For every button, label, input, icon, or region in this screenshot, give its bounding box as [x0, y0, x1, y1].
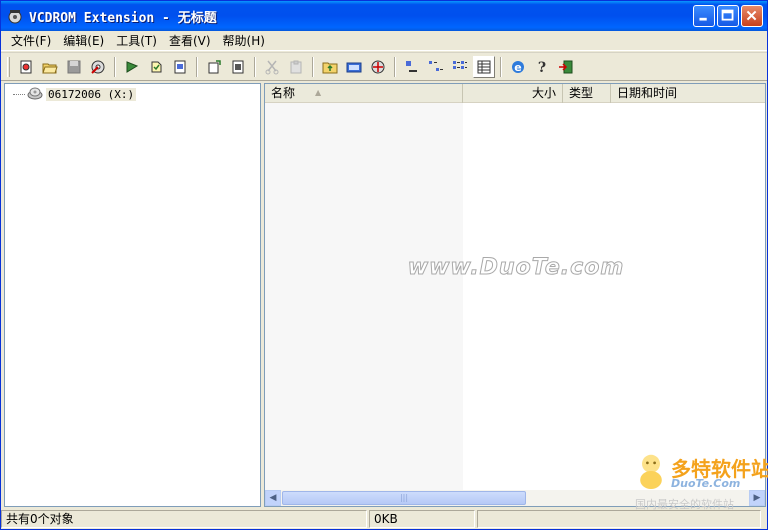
- watermark: www.DuoTe.com: [407, 255, 625, 281]
- column-date[interactable]: 日期和时间: [611, 84, 765, 103]
- menu-view[interactable]: 查看(V): [163, 32, 217, 49]
- svg-text:e: e: [514, 61, 521, 74]
- tool-a-icon[interactable]: [121, 56, 143, 78]
- cd-drive-icon: [27, 85, 43, 104]
- app-window: VCDROM Extension - 无标题 文件(F) 编辑(E) 工具(T)…: [0, 0, 768, 530]
- window-title: VCDROM Extension - 无标题: [29, 10, 217, 26]
- menu-edit[interactable]: 编辑(E): [57, 32, 110, 49]
- column-size-label: 大小: [531, 86, 556, 100]
- menu-bar: 文件(F) 编辑(E) 工具(T) 查看(V) 帮助(H): [1, 31, 767, 51]
- tool-c-icon[interactable]: [169, 56, 191, 78]
- tool-b-icon[interactable]: [145, 56, 167, 78]
- column-name-label: 名称: [271, 86, 296, 100]
- large-icons-icon[interactable]: [401, 56, 423, 78]
- column-size[interactable]: 大小: [463, 84, 563, 103]
- status-size: 0KB: [369, 510, 475, 528]
- scroll-left-button[interactable]: ◀: [265, 490, 281, 506]
- column-type[interactable]: 类型: [563, 84, 611, 103]
- title-bar[interactable]: VCDROM Extension - 无标题: [1, 1, 767, 31]
- corner-logo: 多特软件站 DuoTe.Com 国内最安全的软件站: [631, 451, 768, 511]
- open-icon[interactable]: [39, 56, 61, 78]
- list-header: 名称 ▲ 大小 类型 日期和时间: [265, 84, 765, 103]
- ie-icon[interactable]: e: [507, 56, 529, 78]
- tool-d-icon[interactable]: [203, 56, 225, 78]
- toolbar-separator: [312, 56, 314, 77]
- toolbar-separator: [196, 56, 198, 77]
- folder-up-icon[interactable]: [319, 56, 341, 78]
- menu-help[interactable]: 帮助(H): [217, 32, 271, 49]
- tree-line: [13, 93, 25, 95]
- new-icon[interactable]: [15, 56, 37, 78]
- details-icon[interactable]: [473, 55, 495, 78]
- tree-node-drive[interactable]: 06172006 (X:): [13, 85, 137, 104]
- scroll-thumb[interactable]: |||: [282, 491, 526, 505]
- logo-sub-text: DuoTe.Com: [671, 477, 741, 490]
- exit-icon[interactable]: [555, 56, 577, 78]
- file-list[interactable]: 名称 ▲ 大小 类型 日期和时间 www.DuoTe.com ◀ ||| ▶: [264, 83, 766, 507]
- toolbar-separator: [114, 56, 116, 77]
- menu-tools[interactable]: 工具(T): [110, 32, 163, 49]
- toolbar-separator: [500, 56, 502, 77]
- save-icon[interactable]: [63, 56, 85, 78]
- column-date-label: 日期和时间: [617, 86, 678, 100]
- status-empty-cell: [477, 510, 761, 528]
- menu-file[interactable]: 文件(F): [5, 32, 57, 49]
- list-icon[interactable]: [449, 56, 471, 78]
- toolbar: e ?: [1, 52, 767, 81]
- status-object-count: 共有0个对象: [1, 510, 367, 528]
- cut-icon[interactable]: [261, 56, 283, 78]
- toolbar-grip[interactable]: [7, 56, 10, 77]
- drive-icon[interactable]: [343, 56, 365, 78]
- app-icon: [7, 8, 23, 24]
- column-name[interactable]: 名称 ▲: [265, 84, 463, 103]
- mascot-icon: [640, 454, 662, 489]
- burn-icon[interactable]: [87, 56, 109, 78]
- toolbar-separator: [254, 56, 256, 77]
- status-bar: 共有0个对象 0KB: [1, 509, 767, 529]
- folder-tree[interactable]: 06172006 (X:): [4, 83, 261, 507]
- close-button[interactable]: [741, 5, 763, 27]
- properties-icon[interactable]: [367, 56, 389, 78]
- sort-arrow-icon: ▲: [315, 88, 322, 97]
- minimize-button[interactable]: [693, 5, 715, 27]
- column-type-label: 类型: [569, 86, 594, 100]
- paste-icon[interactable]: [285, 56, 307, 78]
- help-icon[interactable]: ?: [531, 56, 553, 78]
- drive-label[interactable]: 06172006 (X:): [46, 87, 137, 101]
- tool-e-icon[interactable]: [227, 56, 249, 78]
- svg-text:?: ?: [538, 60, 546, 75]
- maximize-button[interactable]: [717, 5, 739, 27]
- sorted-column-shade: [265, 103, 463, 490]
- toolbar-separator: [394, 56, 396, 77]
- small-icons-icon[interactable]: [425, 56, 447, 78]
